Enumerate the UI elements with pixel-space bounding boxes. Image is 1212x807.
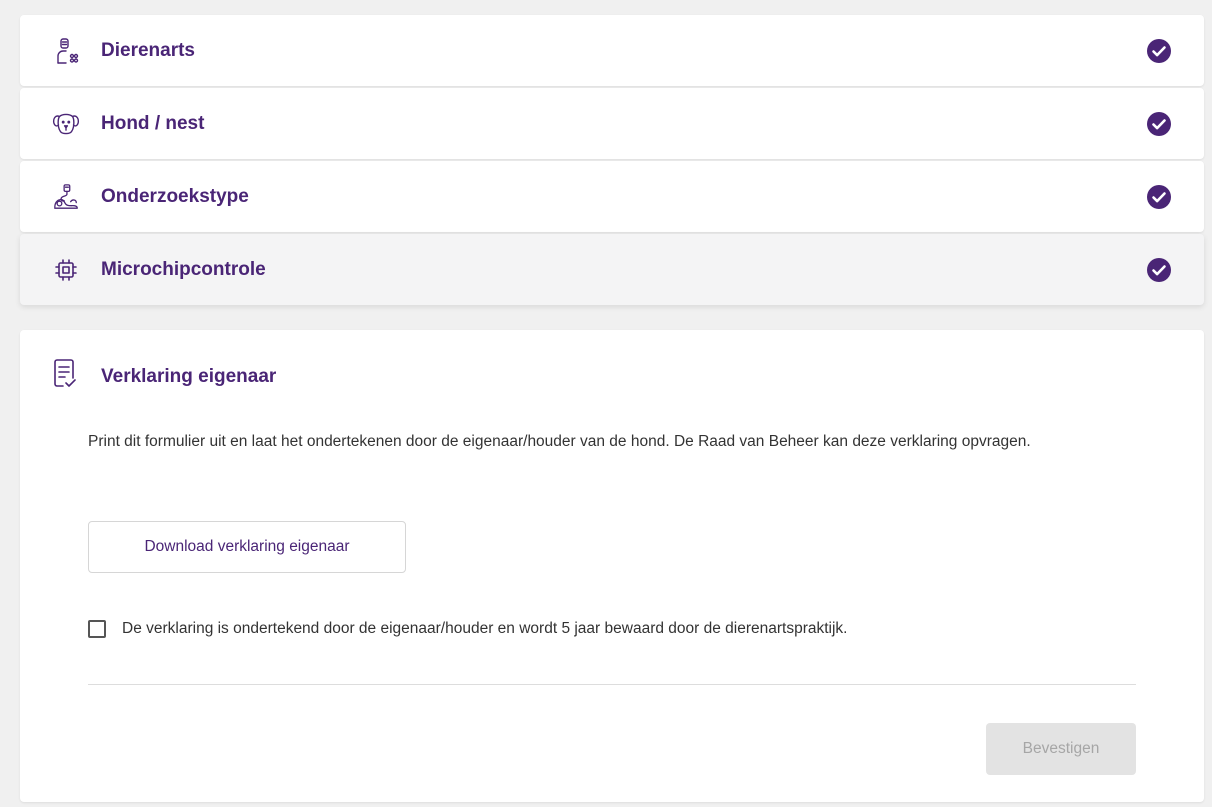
step-label: Microchipcontrole <box>101 258 266 280</box>
check-circle-icon <box>1147 184 1171 209</box>
check-circle-icon <box>1147 257 1171 282</box>
owner-declaration-panel: Verklaring eigenaar Print dit formulier … <box>20 330 1204 802</box>
check-circle-icon <box>1147 38 1171 63</box>
step-label: Hond / nest <box>101 112 205 134</box>
declaration-description: Print dit formulier uit en laat het onde… <box>88 433 1031 450</box>
microchip-icon <box>52 256 80 284</box>
veterinarian-icon <box>52 37 80 65</box>
divider <box>88 684 1136 685</box>
step-dierenarts[interactable]: Dierenarts <box>20 15 1204 86</box>
check-circle-icon <box>1147 111 1171 136</box>
step-label: Dierenarts <box>101 39 195 61</box>
document-check-icon <box>54 359 76 387</box>
step-microchipcontrole[interactable]: Microchipcontrole <box>20 234 1204 305</box>
confirm-button[interactable]: Bevestigen <box>986 723 1136 775</box>
examination-icon <box>52 183 80 211</box>
signed-declaration-checkbox[interactable] <box>88 620 106 638</box>
signed-declaration-checkbox-row[interactable]: De verklaring is ondertekend door de eig… <box>88 620 848 638</box>
step-label: Onderzoekstype <box>101 185 249 207</box>
dog-icon <box>52 110 80 138</box>
panel-title: Verklaring eigenaar <box>101 366 277 387</box>
signed-declaration-label[interactable]: De verklaring is ondertekend door de eig… <box>122 620 848 638</box>
step-onderzoekstype[interactable]: Onderzoekstype <box>20 161 1204 232</box>
download-declaration-button[interactable]: Download verklaring eigenaar <box>88 521 406 573</box>
step-hond-nest[interactable]: Hond / nest <box>20 88 1204 159</box>
